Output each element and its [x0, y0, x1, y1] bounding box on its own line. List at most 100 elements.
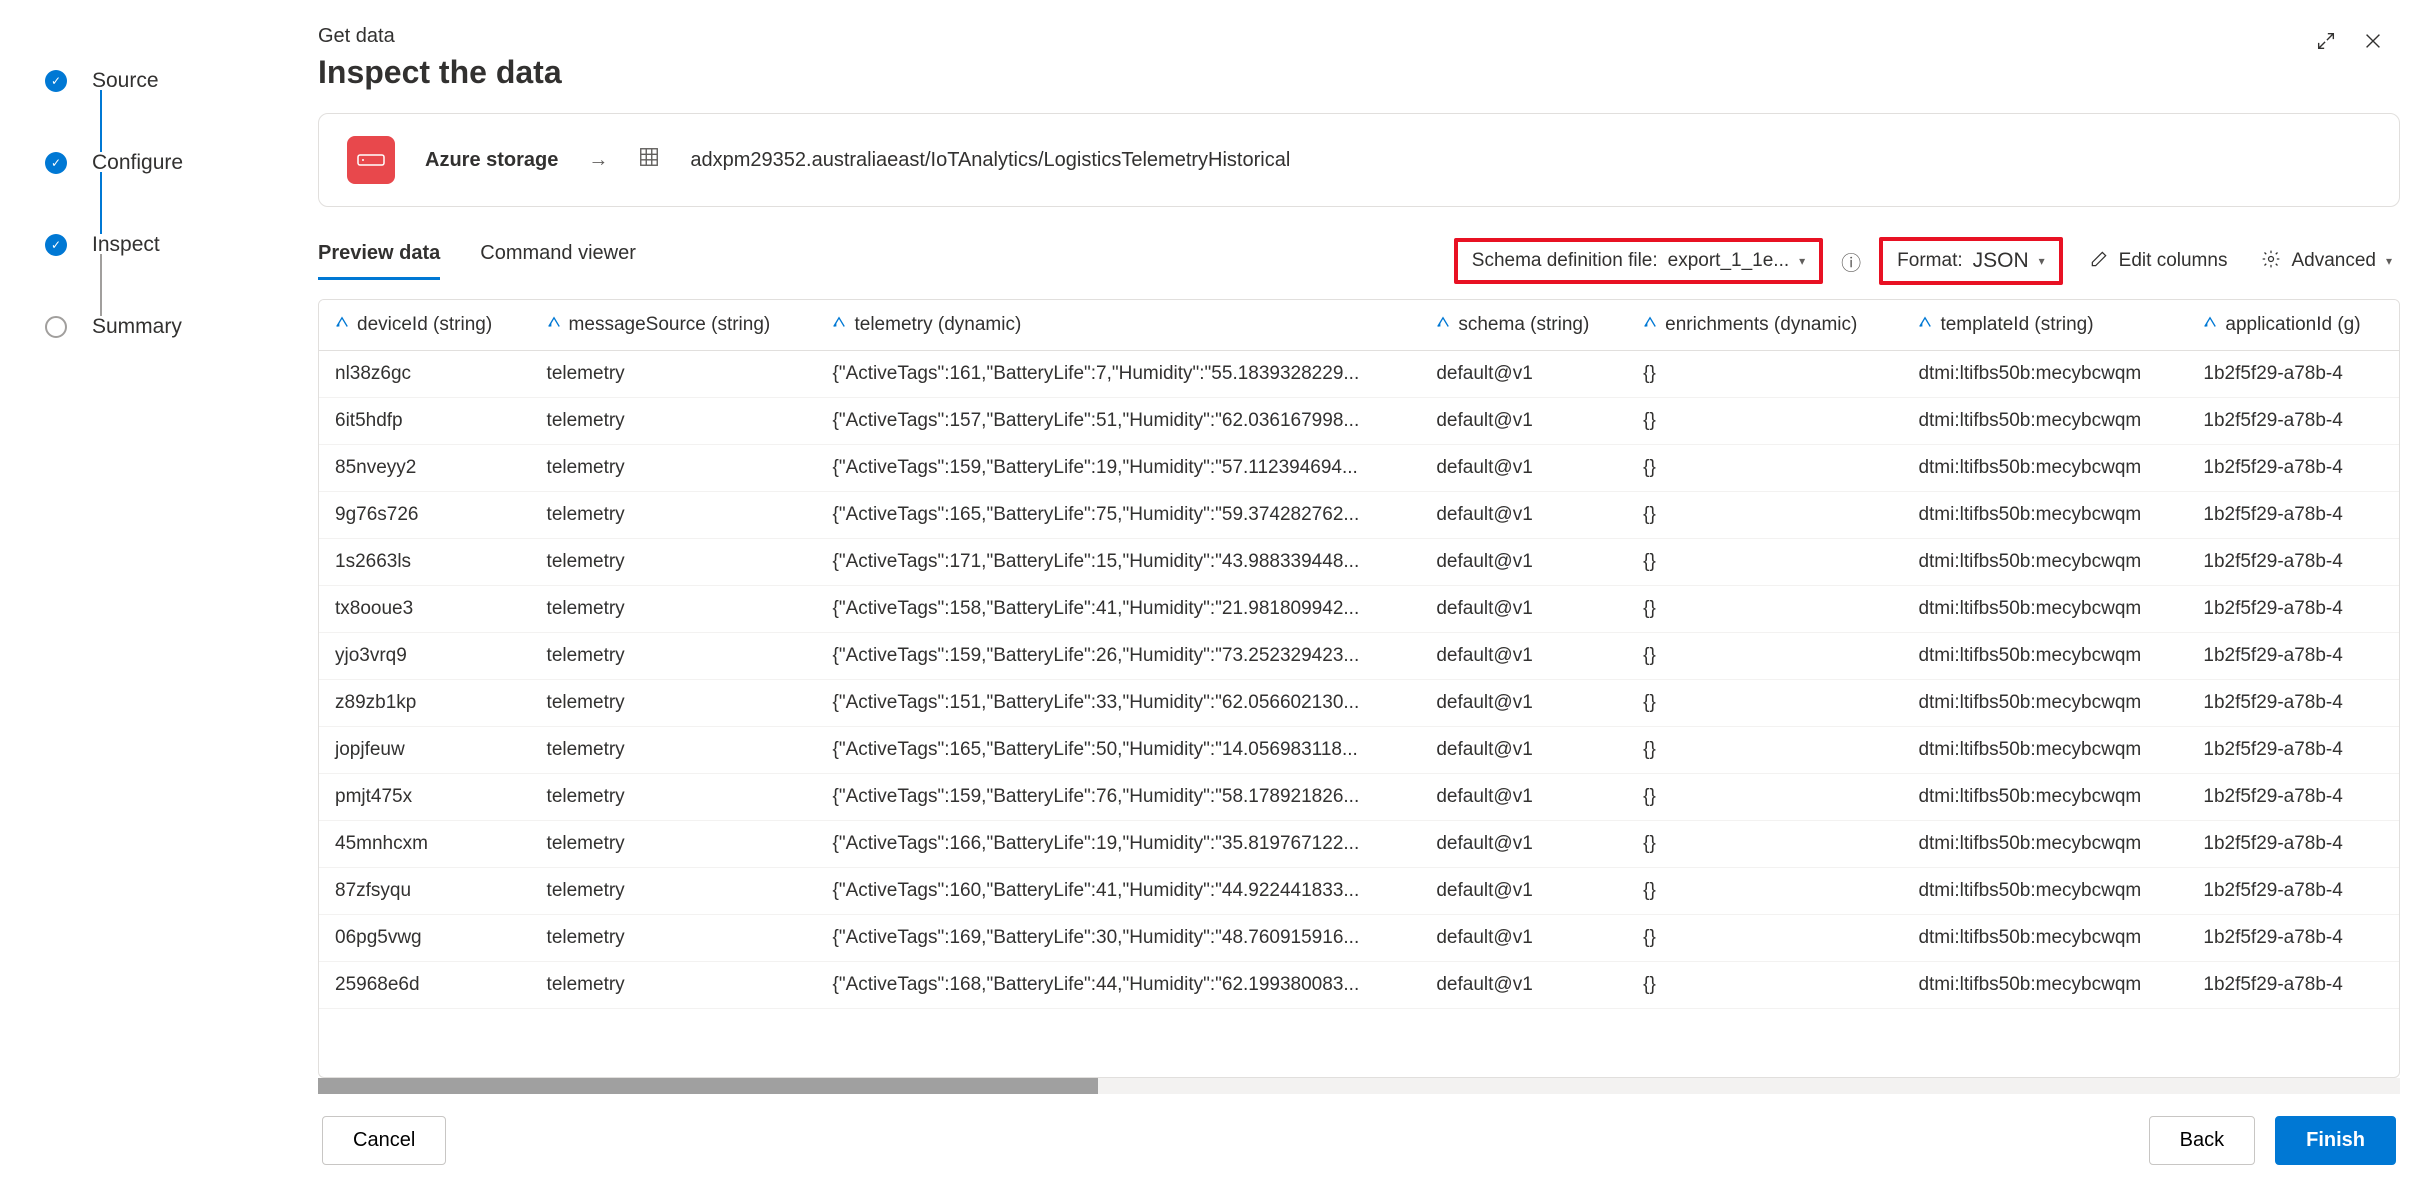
- step-label: Configure: [92, 151, 183, 175]
- table-row[interactable]: pmjt475xtelemetry{"ActiveTags":159,"Batt…: [319, 774, 2399, 821]
- cell-deviceId: z89zb1kp: [319, 680, 531, 727]
- cell-schema: default@v1: [1420, 398, 1627, 445]
- cell-messageSource: telemetry: [531, 351, 817, 398]
- step-summary[interactable]: Summary: [45, 286, 300, 368]
- column-header-applicationId[interactable]: applicationId (g): [2187, 300, 2399, 351]
- column-header-enrichments[interactable]: enrichments (dynamic): [1627, 300, 1902, 351]
- cell-applicationId: 1b2f5f29-a78b-4: [2187, 445, 2399, 492]
- column-header-label: schema (string): [1458, 314, 1589, 335]
- cell-messageSource: telemetry: [531, 680, 817, 727]
- format-dropdown[interactable]: Format: JSON ▾: [1879, 237, 2063, 285]
- scrollbar-thumb[interactable]: [318, 1078, 1098, 1094]
- arrow-right-icon: →: [588, 149, 608, 172]
- cell-applicationId: 1b2f5f29-a78b-4: [2187, 398, 2399, 445]
- table-row[interactable]: yjo3vrq9telemetry{"ActiveTags":159,"Batt…: [319, 633, 2399, 680]
- cell-applicationId: 1b2f5f29-a78b-4: [2187, 868, 2399, 915]
- column-header-telemetry[interactable]: telemetry (dynamic): [816, 300, 1420, 351]
- cell-schema: default@v1: [1420, 539, 1627, 586]
- table-row[interactable]: jopjfeuwtelemetry{"ActiveTags":165,"Batt…: [319, 727, 2399, 774]
- table-row[interactable]: 1s2663lstelemetry{"ActiveTags":171,"Batt…: [319, 539, 2399, 586]
- cell-telemetry: {"ActiveTags":159,"BatteryLife":19,"Humi…: [816, 445, 1420, 492]
- cell-schema: default@v1: [1420, 821, 1627, 868]
- datatype-icon: [1918, 317, 1932, 333]
- cell-schema: default@v1: [1420, 962, 1627, 1009]
- table-row[interactable]: nl38z6gctelemetry{"ActiveTags":161,"Batt…: [319, 351, 2399, 398]
- cell-templateId: dtmi:ltifbs50b:mecybcwqm: [1902, 398, 2187, 445]
- cell-deviceId: 6it5hdfp: [319, 398, 531, 445]
- column-header-label: applicationId (g): [2225, 314, 2360, 335]
- column-header-deviceId[interactable]: deviceId (string): [319, 300, 531, 351]
- datatype-icon: [335, 317, 349, 333]
- datatype-icon: [832, 317, 846, 333]
- step-connector: [100, 254, 102, 316]
- expand-icon[interactable]: [2315, 30, 2337, 58]
- check-circle-icon: ✓: [45, 152, 67, 174]
- table-row[interactable]: 25968e6dtelemetry{"ActiveTags":168,"Batt…: [319, 962, 2399, 1009]
- cell-enrichments: {}: [1627, 492, 1902, 539]
- table-row[interactable]: 6it5hdfptelemetry{"ActiveTags":157,"Batt…: [319, 398, 2399, 445]
- cell-applicationId: 1b2f5f29-a78b-4: [2187, 962, 2399, 1009]
- cell-schema: default@v1: [1420, 586, 1627, 633]
- edit-columns-button[interactable]: Edit columns: [2081, 243, 2236, 280]
- chevron-down-icon: ▾: [2039, 254, 2045, 268]
- cell-telemetry: {"ActiveTags":165,"BatteryLife":50,"Humi…: [816, 727, 1420, 774]
- check-circle-icon: ✓: [45, 70, 67, 92]
- table-row[interactable]: 85nveyy2telemetry{"ActiveTags":159,"Batt…: [319, 445, 2399, 492]
- column-header-schema[interactable]: schema (string): [1420, 300, 1627, 351]
- table-row[interactable]: 87zfsyqutelemetry{"ActiveTags":160,"Batt…: [319, 868, 2399, 915]
- cell-messageSource: telemetry: [531, 398, 817, 445]
- cell-telemetry: {"ActiveTags":169,"BatteryLife":30,"Humi…: [816, 915, 1420, 962]
- cell-schema: default@v1: [1420, 727, 1627, 774]
- edit-icon: [2089, 249, 2109, 274]
- info-icon[interactable]: ⓘ: [1841, 247, 1861, 276]
- finish-button[interactable]: Finish: [2275, 1116, 2396, 1165]
- cell-schema: default@v1: [1420, 774, 1627, 821]
- step-configure[interactable]: ✓ Configure: [45, 122, 300, 204]
- cell-templateId: dtmi:ltifbs50b:mecybcwqm: [1902, 868, 2187, 915]
- tab-preview-data[interactable]: Preview data: [318, 242, 440, 280]
- cell-schema: default@v1: [1420, 868, 1627, 915]
- cell-deviceId: 06pg5vwg: [319, 915, 531, 962]
- cell-deviceId: 45mnhcxm: [319, 821, 531, 868]
- step-source[interactable]: ✓Source: [45, 40, 300, 122]
- datatype-icon: [1436, 317, 1450, 333]
- table-row[interactable]: z89zb1kptelemetry{"ActiveTags":151,"Batt…: [319, 680, 2399, 727]
- edit-columns-label: Edit columns: [2119, 250, 2228, 272]
- cell-deviceId: nl38z6gc: [319, 351, 531, 398]
- cell-enrichments: {}: [1627, 774, 1902, 821]
- column-header-messageSource[interactable]: messageSource (string): [531, 300, 817, 351]
- tabs: Preview data Command viewer: [318, 242, 636, 280]
- advanced-button[interactable]: Advanced ▾: [2253, 243, 2400, 280]
- column-header-templateId[interactable]: templateId (string): [1902, 300, 2187, 351]
- step-inspect[interactable]: ✓Inspect: [45, 204, 300, 286]
- table-row[interactable]: 06pg5vwgtelemetry{"ActiveTags":169,"Batt…: [319, 915, 2399, 962]
- cell-enrichments: {}: [1627, 633, 1902, 680]
- cell-deviceId: pmjt475x: [319, 774, 531, 821]
- back-button[interactable]: Back: [2149, 1116, 2255, 1165]
- cell-applicationId: 1b2f5f29-a78b-4: [2187, 539, 2399, 586]
- cell-telemetry: {"ActiveTags":157,"BatteryLife":51,"Humi…: [816, 398, 1420, 445]
- column-header-label: messageSource (string): [569, 314, 771, 335]
- cell-messageSource: telemetry: [531, 586, 817, 633]
- cell-enrichments: {}: [1627, 398, 1902, 445]
- cell-schema: default@v1: [1420, 915, 1627, 962]
- cell-applicationId: 1b2f5f29-a78b-4: [2187, 680, 2399, 727]
- horizontal-scrollbar[interactable]: [318, 1078, 2400, 1094]
- cancel-button[interactable]: Cancel: [322, 1116, 446, 1165]
- table-row[interactable]: tx8ooue3telemetry{"ActiveTags":158,"Batt…: [319, 586, 2399, 633]
- step-label: Inspect: [92, 233, 160, 257]
- format-value: JSON: [1973, 249, 2029, 273]
- table-row[interactable]: 9g76s726telemetry{"ActiveTags":165,"Batt…: [319, 492, 2399, 539]
- schema-file-dropdown[interactable]: Schema definition file: export_1_1e... ▾: [1454, 238, 1823, 284]
- data-table: deviceId (string) messageSource (string) t…: [319, 300, 2399, 1009]
- cell-telemetry: {"ActiveTags":171,"BatteryLife":15,"Humi…: [816, 539, 1420, 586]
- cell-applicationId: 1b2f5f29-a78b-4: [2187, 633, 2399, 680]
- page-title: Inspect the data: [318, 54, 2400, 91]
- cell-applicationId: 1b2f5f29-a78b-4: [2187, 492, 2399, 539]
- cell-messageSource: telemetry: [531, 539, 817, 586]
- cell-templateId: dtmi:ltifbs50b:mecybcwqm: [1902, 821, 2187, 868]
- tab-command-viewer[interactable]: Command viewer: [480, 242, 636, 280]
- cell-telemetry: {"ActiveTags":151,"BatteryLife":33,"Humi…: [816, 680, 1420, 727]
- table-row[interactable]: 45mnhcxmtelemetry{"ActiveTags":166,"Batt…: [319, 821, 2399, 868]
- close-icon[interactable]: [2362, 30, 2384, 58]
